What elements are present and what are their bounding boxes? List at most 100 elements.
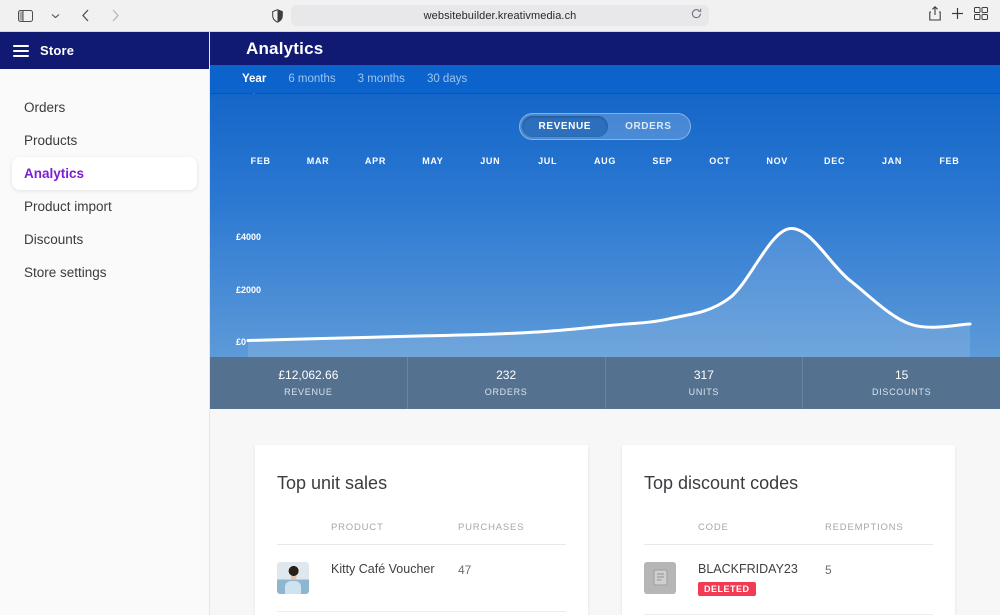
toggle-option-revenue[interactable]: REVENUE	[521, 116, 609, 138]
app-root: Store Orders Products Analytics Product …	[0, 32, 1000, 615]
discount-code: BLACKFRIDAY23	[698, 561, 798, 576]
metric-toggle: REVENUE ORDERS	[518, 113, 692, 141]
sidebar: Store Orders Products Analytics Product …	[0, 32, 210, 615]
browser-toolbar: websitebuilder.kreativmedia.ch	[0, 0, 1000, 32]
column-header-code: CODE	[698, 521, 729, 533]
card-title: Top discount codes	[644, 472, 799, 493]
table-row[interactable]: Kitty Café Voucher 47	[277, 545, 566, 612]
sidebar-item-label: Products	[24, 133, 78, 148]
redemptions-value: 5	[825, 562, 832, 577]
chevron-down-icon[interactable]	[42, 5, 68, 27]
stat-value: 15	[894, 368, 909, 383]
product-cell: Kitty Café Voucher	[331, 562, 458, 576]
forward-arrow-icon[interactable]	[102, 5, 128, 27]
x-tick-label: APR	[364, 156, 387, 167]
card-title: Top unit sales	[277, 472, 388, 493]
x-tick-label: AUG	[593, 156, 617, 167]
tab-label: 6 months	[288, 72, 336, 85]
sidebar-item-label: Analytics	[24, 166, 85, 181]
metric-toggle-wrap: REVENUE ORDERS	[210, 94, 1000, 141]
card-top-unit-sales: Top unit sales PRODUCT PURCHASES Kitty C…	[255, 444, 588, 615]
sidebar-item-label: Discounts	[24, 232, 84, 247]
chart-x-axis: FEB MAR APR MAY JUN JUL AUG SEP OCT NOV …	[210, 140, 1000, 166]
stat-discounts: 15 DISCOUNTS	[803, 357, 1000, 409]
sidebar-item-discounts[interactable]: Discounts	[12, 223, 197, 256]
page-header: Analytics	[210, 32, 1000, 66]
stat-label: DISCOUNTS	[871, 387, 932, 398]
x-tick-label: OCT	[709, 156, 731, 167]
toggle-option-orders[interactable]: ORDERS	[608, 116, 688, 137]
browser-nav-controls	[0, 5, 128, 27]
x-tick-label: DEC	[824, 156, 846, 167]
table-row[interactable]: BLACKFRIDAY23 DELETED 5	[644, 545, 933, 615]
chart-plot-area	[210, 198, 1000, 357]
store-label: Store	[40, 43, 75, 58]
x-tick-label: JUL	[538, 156, 558, 167]
stat-orders: 232 ORDERS	[408, 356, 606, 409]
table-header-row: CODE REDEMPTIONS	[644, 522, 933, 545]
sidebar-nav: Orders Products Analytics Product import…	[0, 69, 209, 289]
product-name: Kitty Café Voucher	[331, 561, 435, 576]
x-tick-label: FEB	[939, 156, 960, 167]
x-tick-label: FEB	[250, 156, 271, 167]
browser-actions	[929, 5, 988, 26]
x-tick-label: JUN	[480, 156, 501, 167]
privacy-shield-icon[interactable]	[272, 8, 283, 23]
sidebar-header: Store	[0, 32, 209, 69]
toggle-label: REVENUE	[538, 121, 592, 133]
share-icon[interactable]	[929, 5, 941, 26]
purchases-value: 47	[458, 562, 472, 577]
revenue-chart: REVENUE ORDERS FEB MAR APR MAY JUN JUL A…	[210, 94, 1000, 357]
product-thumbnail	[277, 561, 309, 594]
table-header-row: PRODUCT PURCHASES	[277, 522, 566, 545]
stat-units: 317 UNITS	[606, 356, 804, 409]
back-arrow-icon[interactable]	[72, 5, 98, 27]
plus-icon[interactable]	[951, 7, 964, 25]
stat-value: £12,062.66	[278, 368, 339, 383]
url-text: websitebuilder.kreativmedia.ch	[423, 9, 577, 22]
sidebar-item-store-settings[interactable]: Store settings	[12, 256, 197, 289]
toggle-label: ORDERS	[625, 121, 672, 133]
x-tick-label: NOV	[766, 156, 789, 167]
tab-30-days[interactable]: 30 days	[427, 73, 467, 86]
tab-6-months[interactable]: 6 months	[288, 73, 335, 86]
bottom-cards: Top unit sales PRODUCT PURCHASES Kitty C…	[210, 408, 1000, 615]
stat-value: 317	[693, 368, 714, 383]
period-tabs: Year 6 months 3 months 30 days	[210, 65, 1000, 95]
x-tick-label: SEP	[652, 156, 673, 167]
column-header-product: PRODUCT	[331, 521, 384, 533]
hamburger-menu-icon[interactable]	[13, 44, 29, 57]
stat-revenue: £12,062.66 REVENUE	[210, 356, 408, 409]
discount-codes-table: CODE REDEMPTIONS BLACKFRIDAY23 DELETED 5	[644, 522, 933, 615]
page-title: Analytics	[246, 38, 324, 58]
tab-3-months[interactable]: 3 months	[358, 73, 405, 86]
sidebar-item-product-import[interactable]: Product import	[12, 190, 197, 223]
x-tick-label: JAN	[881, 156, 903, 167]
sidebar-item-orders[interactable]: Orders	[12, 91, 197, 124]
main-content: Analytics Year 6 months 3 months 30 days…	[210, 32, 1000, 615]
tab-label: 3 months	[357, 72, 405, 85]
document-icon	[644, 561, 676, 594]
sidebar-toggle-icon[interactable]	[12, 5, 38, 27]
tab-year[interactable]: Year	[242, 73, 266, 86]
column-header-redemptions: REDEMPTIONS	[825, 521, 904, 533]
sidebar-item-products[interactable]: Products	[12, 124, 197, 157]
unit-sales-table: PRODUCT PURCHASES Kitty Café Voucher 47	[277, 522, 566, 612]
address-bar-area: websitebuilder.kreativmedia.ch	[272, 5, 709, 26]
column-header-purchases: PURCHASES	[458, 521, 525, 533]
summary-stats: £12,062.66 REVENUE 232 ORDERS 317 UNITS …	[210, 356, 1000, 409]
stat-label: REVENUE	[284, 387, 333, 398]
url-input[interactable]: websitebuilder.kreativmedia.ch	[291, 5, 709, 26]
stat-label: UNITS	[688, 387, 720, 398]
sidebar-item-label: Store settings	[24, 265, 107, 280]
x-tick-label: MAY	[422, 156, 444, 167]
tab-label: 30 days	[426, 72, 468, 85]
chart-svg	[246, 227, 972, 357]
status-badge: DELETED	[698, 581, 756, 596]
tab-overview-icon[interactable]	[974, 6, 988, 25]
sidebar-item-analytics[interactable]: Analytics	[12, 157, 197, 190]
card-top-discount-codes: Top discount codes CODE REDEMPTIONS BLAC…	[622, 444, 955, 615]
sidebar-item-label: Product import	[24, 199, 112, 214]
code-cell: BLACKFRIDAY23 DELETED	[698, 562, 825, 597]
reload-icon[interactable]	[691, 8, 702, 23]
